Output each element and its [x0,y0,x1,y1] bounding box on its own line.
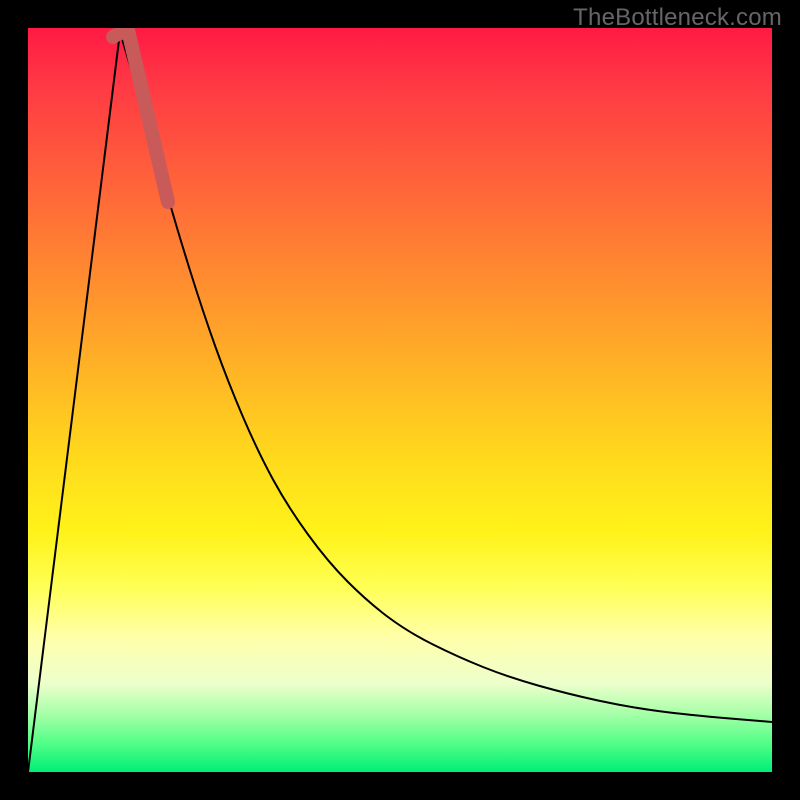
curve-main [120,32,772,722]
curve-left-descent [28,32,120,772]
watermark-label: TheBottleneck.com [573,4,782,32]
curve-j-overlay [113,30,168,202]
chart-svg [28,28,772,772]
